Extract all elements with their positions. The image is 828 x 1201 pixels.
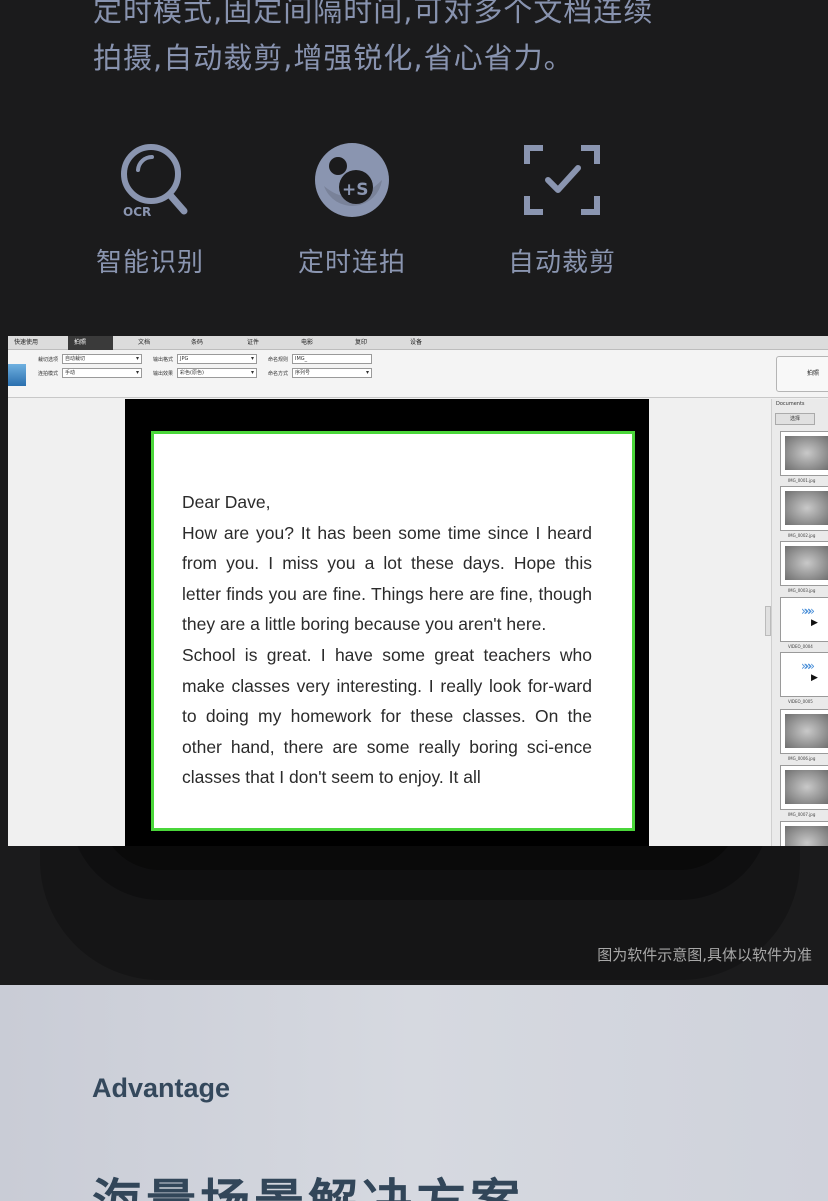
file-thumbnail[interactable] (780, 486, 828, 531)
shoot-mode-select[interactable]: 手动 (62, 368, 142, 378)
menu-item-barcode[interactable]: 条码 (185, 336, 209, 350)
output-format-select[interactable]: JPG (177, 354, 257, 364)
toolbar: 裁切选项 自动裁切 连拍模式 手动 输出格式 JPG 输出效果 彩色(原色) 命… (8, 350, 828, 398)
output-format-label: 输出格式 (153, 357, 174, 363)
menu-item-quick[interactable]: 快速使用 (8, 336, 44, 350)
disclaimer-note: 图为软件示意图,具体以软件为准 (597, 946, 812, 964)
menu-item-id[interactable]: 证件 (241, 336, 265, 350)
forward-arrows-icon: »»» (801, 604, 815, 618)
file-name: VIDEO_0005 (788, 699, 813, 704)
ocr-text: OCR (123, 205, 151, 219)
feature-ocr: OCR 智能识别 (80, 140, 220, 279)
feature-ocr-label: 智能识别 (95, 248, 204, 278)
timed-shooting-icon: +S (315, 143, 389, 217)
intro-line-2: 拍摄,自动裁剪,增强锐化,省心省力。 (93, 41, 574, 75)
feature-timed: +S 定时连拍 (282, 140, 422, 279)
file-thumbnail[interactable] (780, 821, 828, 846)
software-screenshot: 快速使用 拍照 文档 条码 证件 电影 复印 设备 裁切选项 自动裁切 连拍模式… (8, 336, 828, 846)
advantage-section: Advantage 海量场景解决方案 (0, 985, 828, 1201)
auto-crop-icon (524, 145, 600, 215)
documents-title: Documents (776, 401, 805, 407)
ocr-magnifier-icon: OCR (121, 144, 188, 219)
play-icon: ▶ (811, 673, 818, 683)
naming-method-select[interactable]: 序列号 (292, 368, 372, 378)
file-name: IMG_0003.jpg (788, 588, 816, 593)
letter-greeting: Dear Dave, (182, 492, 271, 512)
feature-crop-label: 自动裁剪 (507, 248, 616, 278)
detected-document: Dear Dave, How are you? It has been some… (151, 431, 635, 831)
letter-paragraph-2: School is great. I have some great teach… (182, 644, 592, 788)
capture-button[interactable]: 拍照 (776, 356, 828, 392)
file-thumbnail[interactable] (780, 541, 828, 586)
advantage-heading: 海量场景解决方案 (92, 1163, 524, 1201)
output-effect-select[interactable]: 彩色(原色) (177, 368, 257, 378)
file-name: IMG_0007.jpg (788, 812, 816, 817)
menu-item-copy[interactable]: 复印 (349, 336, 373, 350)
menu-item-device[interactable]: 设备 (404, 336, 428, 350)
letter-text: Dear Dave, How are you? It has been some… (182, 487, 592, 793)
advantage-eyebrow: Advantage (92, 1073, 231, 1103)
intro-line-1: 定时模式,固定间隔时间,可对多个文档连续 (93, 0, 654, 28)
output-effect-label: 输出效果 (153, 371, 174, 377)
menu-bar: 快速使用 拍照 文档 条码 证件 电影 复印 设备 (8, 336, 828, 350)
timed-text: +S (342, 180, 369, 200)
letter-paragraph-1: How are you? It has been some time since… (182, 522, 592, 635)
naming-method-label: 命名方式 (268, 371, 289, 377)
file-thumbnail[interactable] (780, 709, 828, 754)
documents-panel: Documents 选择 IMG_0001.jpg IMG_0002.jpg I… (771, 399, 828, 846)
crop-option-label: 裁切选项 (38, 357, 59, 363)
crop-option-select[interactable]: 自动裁切 (62, 354, 142, 364)
file-name: VIDEO_0004 (788, 644, 813, 649)
file-thumbnail[interactable] (780, 765, 828, 810)
file-name: IMG_0006.jpg (788, 756, 816, 761)
menu-item-photo[interactable]: 拍照 (68, 336, 113, 350)
naming-rule-label: 命名规则 (268, 357, 289, 363)
file-thumbnail[interactable] (780, 431, 828, 476)
menu-item-movie[interactable]: 电影 (295, 336, 319, 350)
forward-arrows-icon: »»» (801, 659, 815, 673)
file-name: IMG_0002.jpg (788, 533, 816, 538)
feature-timed-label: 定时连拍 (297, 248, 406, 278)
shoot-mode-label: 连拍模式 (38, 371, 59, 377)
left-panel (8, 399, 125, 846)
preview-thumbnail-icon[interactable] (8, 364, 26, 386)
camera-preview: Dear Dave, How are you? It has been some… (125, 399, 649, 846)
video-thumbnail[interactable]: »»» ▶ (780, 597, 828, 642)
feature-crop: 自动裁剪 (492, 140, 632, 279)
feature-row: OCR 智能识别 +S 定时连拍 自动裁剪 (0, 140, 828, 280)
menu-item-document[interactable]: 文档 (132, 336, 156, 350)
select-tab[interactable]: 选择 (775, 413, 815, 425)
file-name: IMG_0001.jpg (788, 478, 816, 483)
play-icon: ▶ (811, 618, 818, 628)
intro-text: 定时模式,固定间隔时间,可对多个文档连续 拍摄,自动裁剪,增强锐化,省心省力。 (93, 0, 793, 82)
naming-rule-input[interactable]: IMG_ (292, 354, 372, 364)
dark-section: 定时模式,固定间隔时间,可对多个文档连续 拍摄,自动裁剪,增强锐化,省心省力。 … (0, 0, 828, 985)
video-thumbnail[interactable]: »»» ▶ (780, 652, 828, 697)
